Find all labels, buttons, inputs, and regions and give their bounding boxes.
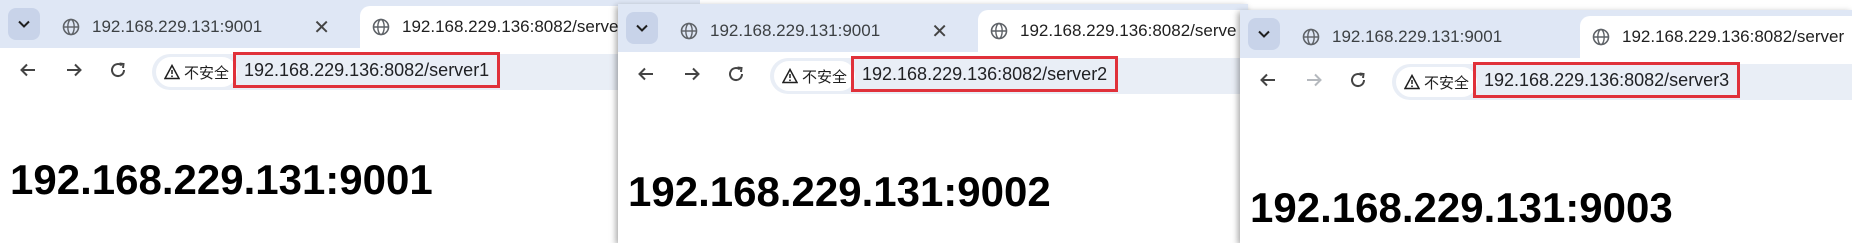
toolbar: 不安全 192.168.229.136:8082/server2: [618, 52, 1248, 98]
tab-inactive[interactable]: 192.168.229.131:9001 ✕: [668, 10, 960, 52]
arrow-right-icon: [1307, 73, 1322, 87]
security-indicator[interactable]: 不安全: [156, 57, 238, 87]
arrow-left-icon: [20, 63, 35, 77]
reload-icon: [111, 62, 126, 78]
tab-inactive[interactable]: 192.168.229.131:9001: [1290, 16, 1582, 58]
security-label: 不安全: [184, 64, 230, 82]
page-heading: 192.168.229.131:9001: [10, 156, 433, 203]
security-label: 不安全: [1424, 74, 1470, 92]
globe-icon: [990, 22, 1008, 40]
forward-button[interactable]: [1300, 66, 1328, 94]
reload-button[interactable]: [104, 56, 132, 84]
globe-icon: [372, 18, 390, 36]
toolbar: 不安全 192.168.229.136:8082/server3: [1240, 58, 1852, 104]
tab-inactive[interactable]: 192.168.229.131:9001 ✕: [50, 6, 342, 48]
address-bar[interactable]: 不安全 192.168.229.136:8082/server3: [1392, 62, 1852, 100]
tab-bar: 192.168.229.131:9001 ✕ 192.168.229.136:8…: [618, 4, 1248, 52]
close-tab-icon[interactable]: ✕: [313, 15, 330, 40]
tab-title: 192.168.229.136:8082/serve: [1020, 21, 1237, 40]
page-content: 192.168.229.131:9001: [0, 94, 700, 243]
arrow-left-icon: [638, 67, 653, 81]
url-text[interactable]: 192.168.229.136:8082/server1: [233, 52, 501, 88]
arrow-right-icon: [67, 63, 82, 77]
reload-icon: [1351, 72, 1366, 88]
back-button[interactable]: [1254, 66, 1282, 94]
tab-title: 192.168.229.131:9001: [710, 21, 881, 40]
url-text[interactable]: 192.168.229.136:8082/server2: [851, 56, 1119, 92]
tab-search-button[interactable]: [8, 8, 40, 40]
address-bar[interactable]: 不安全 192.168.229.136:8082/server2: [770, 56, 1248, 94]
tab-title: 192.168.229.131:9001: [1332, 27, 1503, 46]
browser-window-1: 192.168.229.131:9001 ✕ 192.168.229.136:8…: [0, 0, 700, 243]
page-heading: 192.168.229.131:9002: [628, 168, 1051, 215]
arrow-left-icon: [1260, 73, 1275, 87]
warning-triangle-icon: [164, 64, 180, 80]
browser-window-3: 192.168.229.131:9001 192.168.229.136:808…: [1240, 10, 1852, 243]
tab-bar: 192.168.229.131:9001 ✕ 192.168.229.136:8…: [0, 0, 700, 48]
toolbar: 不安全 192.168.229.136:8082/server1: [0, 48, 700, 94]
tab-search-button[interactable]: [626, 12, 658, 44]
back-button[interactable]: [632, 60, 660, 88]
reload-button[interactable]: [722, 60, 750, 88]
reload-button[interactable]: [1344, 66, 1372, 94]
close-tab-icon[interactable]: ✕: [931, 19, 948, 44]
tab-title: 192.168.229.136:8082/server: [1622, 27, 1845, 46]
warning-triangle-icon: [1404, 74, 1420, 90]
chevron-down-icon: [636, 24, 648, 32]
tab-bar: 192.168.229.131:9001 192.168.229.136:808…: [1240, 10, 1852, 58]
forward-button[interactable]: [678, 60, 706, 88]
tab-active[interactable]: 192.168.229.136:8082/server: [1580, 16, 1852, 58]
browser-window-2: 192.168.229.131:9001 ✕ 192.168.229.136:8…: [618, 4, 1248, 243]
warning-triangle-icon: [782, 68, 798, 84]
tab-title: 192.168.229.131:9001: [92, 17, 263, 36]
tab-active[interactable]: 192.168.229.136:8082/serve: [978, 10, 1248, 52]
forward-button[interactable]: [60, 56, 88, 84]
security-label: 不安全: [802, 68, 848, 86]
page-heading: 192.168.229.131:9003: [1250, 184, 1673, 231]
page-content: 192.168.229.131:9002: [618, 98, 1248, 243]
reload-icon: [729, 66, 744, 82]
security-indicator[interactable]: 不安全: [1396, 67, 1478, 97]
globe-icon: [1302, 28, 1320, 46]
url-text[interactable]: 192.168.229.136:8082/server3: [1473, 62, 1741, 98]
globe-icon: [62, 18, 80, 36]
chevron-down-icon: [1258, 30, 1270, 38]
tab-search-button[interactable]: [1248, 18, 1280, 50]
back-button[interactable]: [14, 56, 42, 84]
page-content: 192.168.229.131:9003: [1240, 104, 1852, 243]
chevron-down-icon: [18, 20, 30, 28]
globe-icon: [680, 22, 698, 40]
arrow-right-icon: [685, 67, 700, 81]
security-indicator[interactable]: 不安全: [774, 61, 856, 91]
globe-icon: [1592, 28, 1610, 46]
